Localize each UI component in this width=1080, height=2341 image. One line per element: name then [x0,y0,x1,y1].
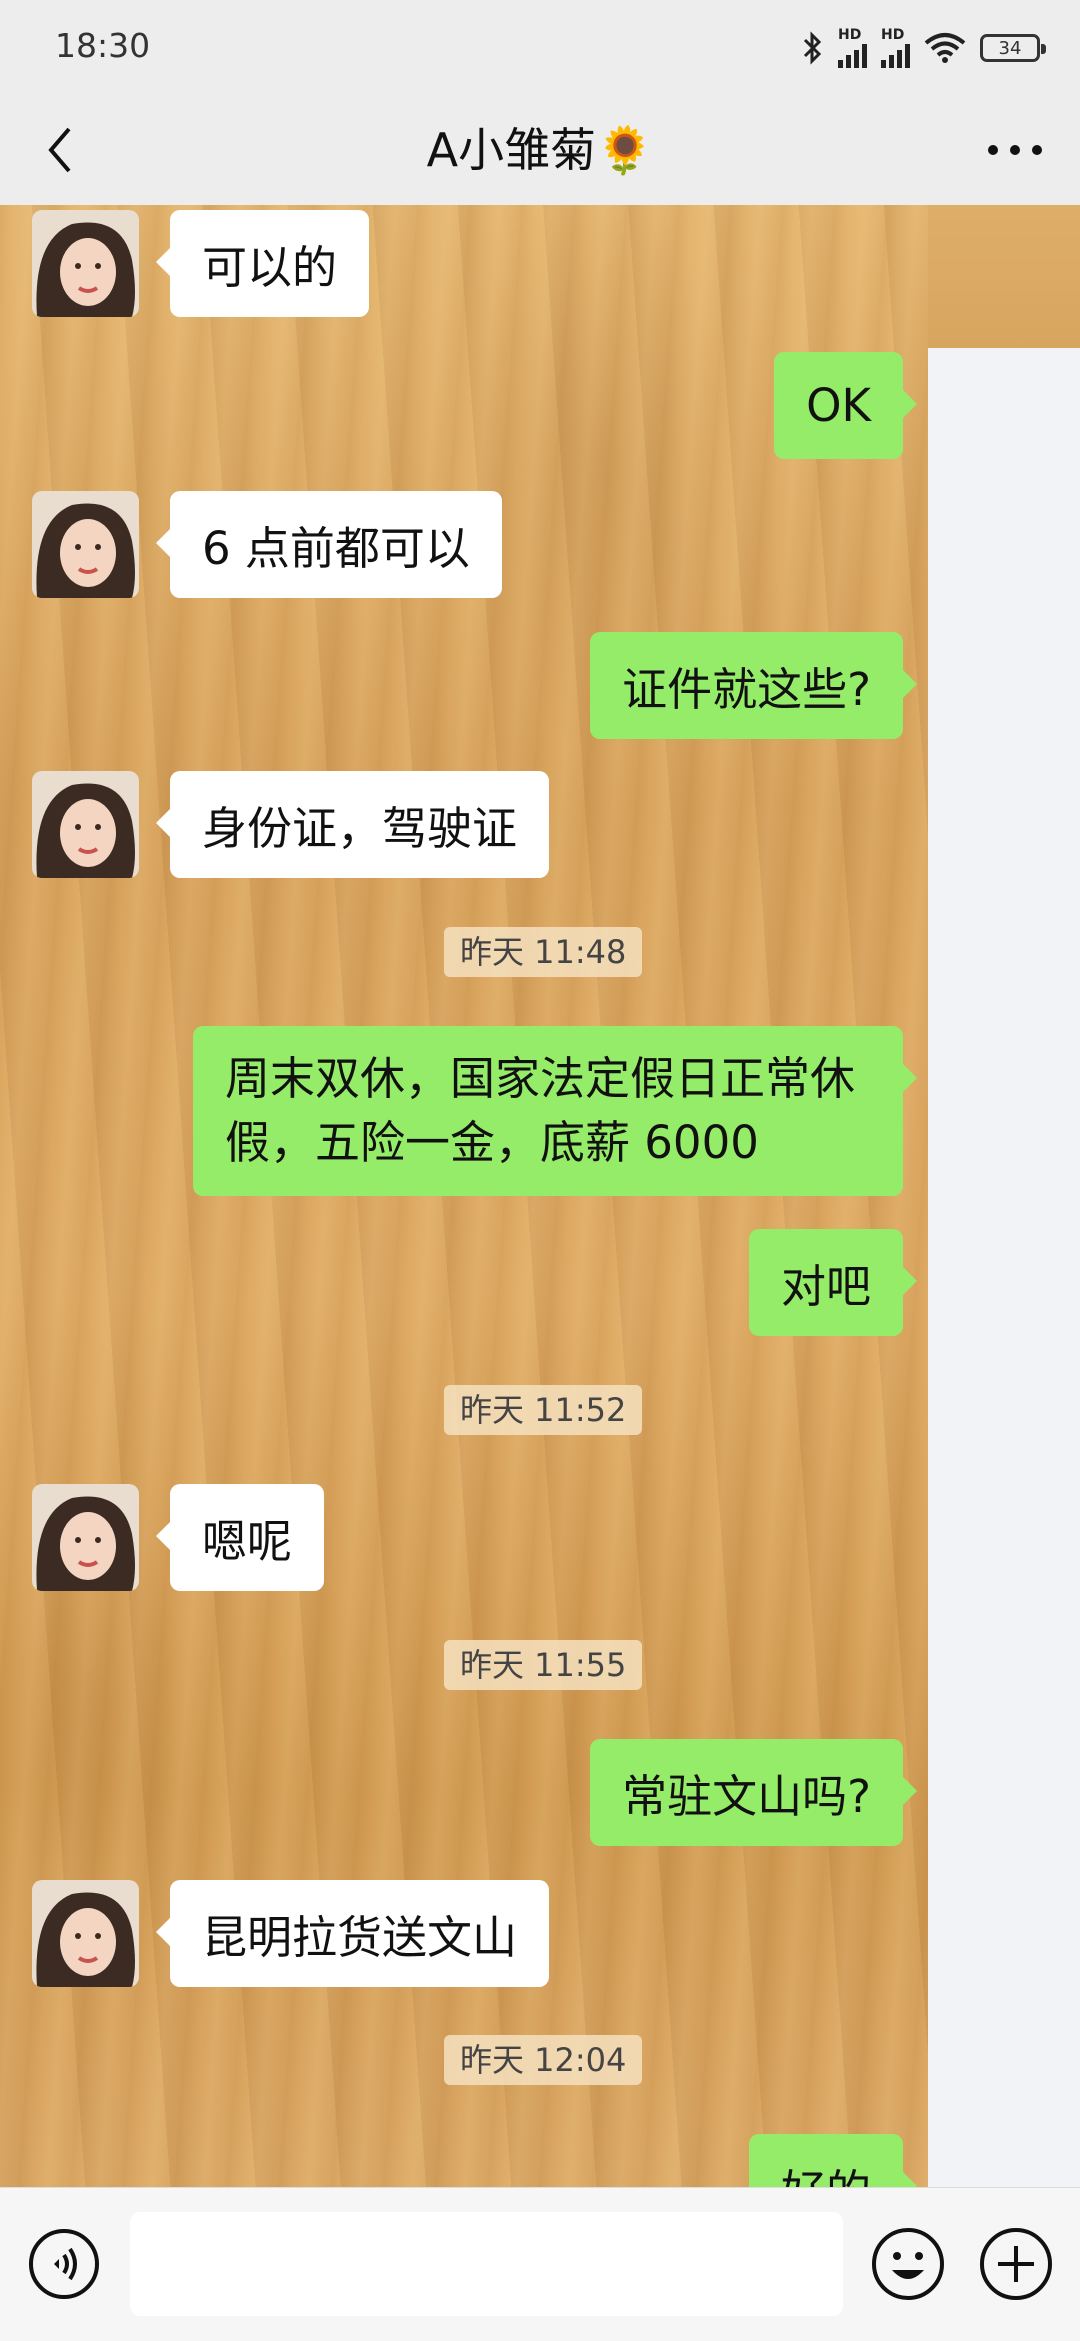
message-bubble-outgoing[interactable]: OK [774,352,917,459]
bluetooth-icon [803,31,822,65]
emoji-icon [872,2228,944,2300]
message-timestamp: 昨天 11:52 [444,1385,643,1435]
voice-icon [29,2229,99,2299]
message-bubble-incoming[interactable]: 嗯呢 [155,1484,325,1591]
message-bubble-incoming[interactable]: 可以的 [155,210,370,317]
wifi-icon [924,33,966,63]
status-bar: 18:30 HD HD 34 [0,0,1080,95]
signal-strength-icon-2: HD [881,28,910,68]
message-bubble-outgoing[interactable]: 周末双休，国家法定假日正常休假，五险一金，底薪 6000 [193,1026,917,1196]
more-dots-icon [988,145,1042,155]
chat-title: A小雏菊🌻 [426,123,654,177]
message-bubble-outgoing[interactable]: 对吧 [748,1229,918,1336]
more-options-button[interactable] [975,115,1055,185]
message-bubble-outgoing[interactable]: 好的 [748,2134,918,2187]
plus-icon [980,2228,1052,2300]
more-actions-button[interactable] [978,2226,1054,2302]
message-timestamp: 昨天 11:48 [444,927,643,977]
emoji-button[interactable] [870,2226,946,2302]
message-timestamp: 昨天 12:04 [444,2035,643,2085]
back-button[interactable] [25,115,95,185]
background-strip [928,205,1080,348]
chevron-left-icon [48,127,71,173]
chat-message-list[interactable]: 可以的 OK 6 点前都可以 证件就这些? 身份证，驾驶证 昨天 11:48 周… [0,205,928,2187]
message-timestamp: 昨天 11:55 [444,1640,643,1690]
avatar[interactable] [32,210,139,317]
avatar[interactable] [32,1880,139,1987]
signal-strength-icon: HD [838,28,867,68]
avatar[interactable] [32,1484,139,1591]
battery-icon: 34 [980,34,1046,62]
avatar[interactable] [32,771,139,878]
side-panel [928,348,1080,2187]
message-bubble-incoming[interactable]: 6 点前都可以 [156,491,502,598]
message-bubble-incoming[interactable]: 昆明拉货送文山 [155,1880,550,1987]
chat-header: A小雏菊🌻 [0,95,1080,205]
status-time: 18:30 [55,26,151,65]
input-bar [0,2187,1080,2341]
avatar[interactable] [32,491,139,598]
message-input[interactable] [130,2212,843,2316]
voice-button[interactable] [28,2228,100,2300]
message-bubble-outgoing[interactable]: 常驻文山吗? [590,1739,917,1846]
status-icons: HD HD 34 [802,26,1046,70]
message-bubble-outgoing[interactable]: 证件就这些? [590,632,917,739]
message-bubble-incoming[interactable]: 身份证，驾驶证 [155,771,550,878]
